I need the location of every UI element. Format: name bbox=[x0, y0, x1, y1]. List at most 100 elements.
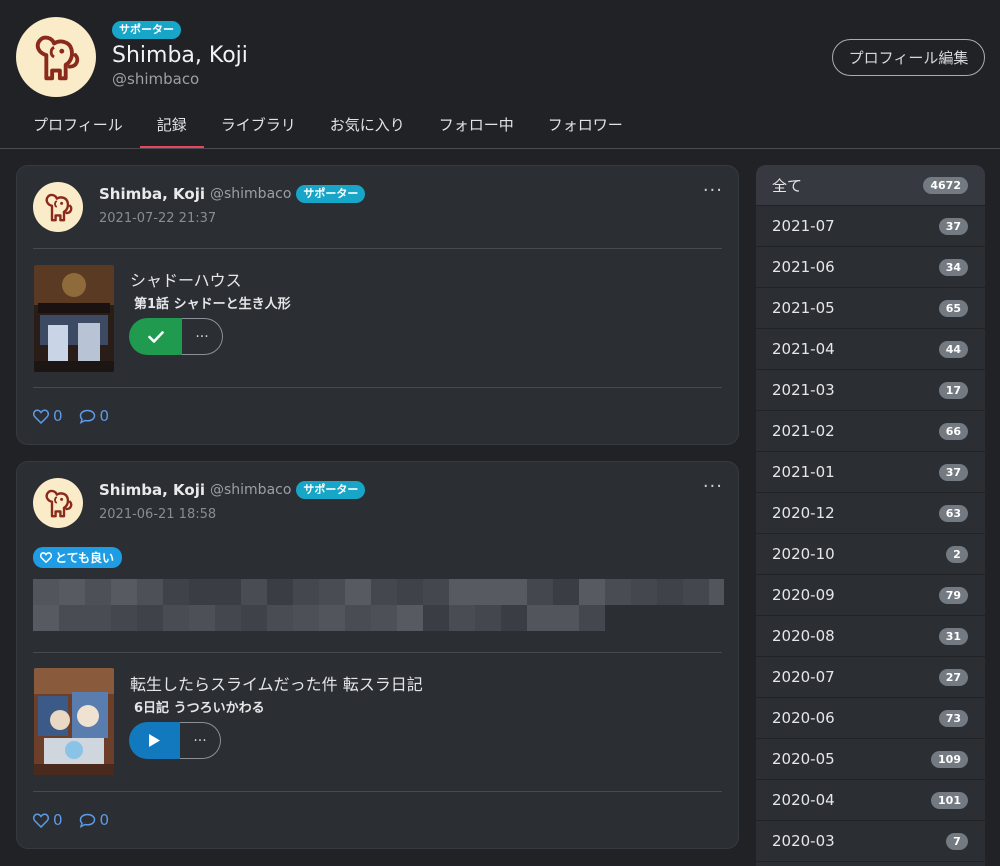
record-timestamp[interactable]: 2021-07-22 21:37 bbox=[99, 211, 216, 226]
blur-cell bbox=[709, 605, 724, 631]
month-label: 2020-07 bbox=[772, 668, 835, 686]
record-user-name[interactable]: Shimba, Koji bbox=[99, 185, 205, 203]
month-filter-sidebar: 全て 4672 2021-07 37 2021-06 34 2021-05 65… bbox=[756, 165, 985, 866]
month-label: 2021-04 bbox=[772, 340, 835, 358]
comment-count: 0 bbox=[99, 407, 110, 425]
episode-options-button[interactable]: ··· bbox=[180, 722, 221, 759]
work-thumbnail[interactable] bbox=[34, 668, 114, 775]
count-badge: 2 bbox=[946, 545, 968, 563]
blur-cell bbox=[241, 579, 267, 605]
month-item[interactable]: 2020-03 7 bbox=[756, 821, 985, 862]
month-item[interactable]: 2020-10 2 bbox=[756, 534, 985, 575]
blur-cell bbox=[33, 579, 59, 605]
comment-count: 0 bbox=[99, 811, 110, 829]
blur-cell bbox=[163, 605, 189, 631]
tab-following[interactable]: フォロー中 bbox=[422, 108, 531, 148]
work-title[interactable]: 転生したらスライムだった件 転スラ日記 bbox=[130, 671, 423, 695]
lion-icon bbox=[45, 193, 73, 222]
like-button[interactable]: 0 bbox=[33, 407, 63, 425]
episode-title[interactable]: 6日記 うつろいかわる bbox=[134, 697, 265, 716]
supporter-badge: サポーター bbox=[296, 481, 366, 499]
comment-button[interactable]: 0 bbox=[79, 811, 110, 829]
avatar[interactable] bbox=[33, 478, 83, 528]
month-label: 2021-06 bbox=[772, 258, 835, 276]
blur-cell bbox=[189, 579, 215, 605]
more-options-icon[interactable]: ··· bbox=[703, 180, 723, 201]
blur-cell bbox=[33, 605, 59, 631]
month-item[interactable]: 2020-08 31 bbox=[756, 616, 985, 657]
track-episode-button[interactable] bbox=[129, 722, 180, 759]
blur-cell bbox=[501, 579, 527, 605]
month-item[interactable]: 2021-04 44 bbox=[756, 329, 985, 370]
tab-profile[interactable]: プロフィール bbox=[16, 108, 140, 148]
blur-cell bbox=[631, 605, 657, 631]
record-user-meta: Shimba, Koji @shimbaco サポーター bbox=[99, 481, 366, 499]
reactions: 0 0 bbox=[33, 407, 109, 425]
record-timestamp[interactable]: 2021-06-21 18:58 bbox=[99, 507, 216, 522]
record-user-handle[interactable]: @shimbaco bbox=[210, 186, 291, 202]
count-badge: 65 bbox=[938, 299, 968, 317]
rating-badge: とても良い bbox=[33, 547, 123, 568]
avatar[interactable] bbox=[16, 17, 96, 97]
month-item[interactable]: 2021-02 66 bbox=[756, 411, 985, 452]
profile-tabs: プロフィール 記録 ライブラリ お気に入り フォロー中 フォロワー bbox=[16, 108, 640, 148]
blur-cell bbox=[371, 605, 397, 631]
tab-records[interactable]: 記録 bbox=[139, 108, 204, 148]
blur-cell bbox=[683, 579, 709, 605]
tab-followers[interactable]: フォロワー bbox=[531, 108, 640, 148]
blur-cell bbox=[553, 579, 579, 605]
month-item[interactable]: 2021-03 17 bbox=[756, 370, 985, 411]
count-badge: 37 bbox=[938, 217, 968, 235]
count-badge: 109 bbox=[931, 750, 968, 768]
record-user-handle[interactable]: @shimbaco bbox=[210, 482, 291, 498]
heart-icon bbox=[33, 812, 49, 828]
blur-cell bbox=[397, 605, 423, 631]
header-divider bbox=[0, 148, 1000, 149]
blur-cell bbox=[475, 579, 501, 605]
month-item[interactable]: 2020-07 27 bbox=[756, 657, 985, 698]
blur-cell bbox=[293, 579, 319, 605]
spoiler-blurred-comment[interactable] bbox=[33, 579, 724, 631]
more-options-icon[interactable]: ··· bbox=[703, 476, 723, 497]
month-item[interactable]: 2021-01 37 bbox=[756, 452, 985, 493]
month-item-all[interactable]: 全て 4672 bbox=[756, 165, 985, 206]
record-card: Shimba, Koji @shimbaco サポーター 2021-07-22 … bbox=[16, 165, 739, 445]
work-thumbnail[interactable] bbox=[34, 265, 114, 372]
month-label: 2021-05 bbox=[772, 299, 835, 317]
divider bbox=[33, 248, 722, 249]
count-badge: 31 bbox=[938, 627, 968, 645]
like-button[interactable]: 0 bbox=[33, 811, 63, 829]
record-user-meta: Shimba, Koji @shimbaco サポーター bbox=[99, 185, 366, 203]
count-badge: 34 bbox=[938, 258, 968, 276]
month-item[interactable]: 2021-07 37 bbox=[756, 206, 985, 247]
count-badge: 101 bbox=[931, 791, 968, 809]
episode-title[interactable]: 第1話 シャドーと生き人形 bbox=[134, 293, 291, 312]
month-item[interactable]: 2021-05 65 bbox=[756, 288, 985, 329]
count-badge: 63 bbox=[938, 504, 968, 522]
count-badge: 79 bbox=[938, 586, 968, 604]
blur-cell bbox=[137, 605, 163, 631]
month-item[interactable]: 2020-12 63 bbox=[756, 493, 985, 534]
month-item[interactable]: 2020-06 73 bbox=[756, 698, 985, 739]
work-cover-image bbox=[34, 265, 114, 372]
watched-button[interactable] bbox=[129, 318, 182, 355]
comment-button[interactable]: 0 bbox=[79, 407, 110, 425]
comment-icon bbox=[79, 813, 95, 828]
month-item[interactable]: 2020-04 101 bbox=[756, 780, 985, 821]
month-label: 全て bbox=[772, 176, 803, 195]
tab-library[interactable]: ライブラリ bbox=[204, 108, 313, 148]
count-badge: 44 bbox=[938, 340, 968, 358]
record-user-name[interactable]: Shimba, Koji bbox=[99, 481, 205, 499]
episode-status-group: ··· bbox=[129, 722, 221, 759]
tab-favorites[interactable]: お気に入り bbox=[313, 108, 422, 148]
month-item[interactable]: 2020-05 109 bbox=[756, 739, 985, 780]
episode-options-button[interactable]: ··· bbox=[182, 318, 223, 355]
month-item[interactable]: 2021-06 34 bbox=[756, 247, 985, 288]
blur-cell bbox=[85, 605, 111, 631]
avatar[interactable] bbox=[33, 182, 83, 232]
month-item[interactable]: 2020-09 79 bbox=[756, 575, 985, 616]
edit-profile-button[interactable]: プロフィール編集 bbox=[832, 39, 985, 76]
work-title[interactable]: シャドーハウス bbox=[130, 267, 242, 291]
month-label: 2020-10 bbox=[772, 545, 835, 563]
profile-header: サポーター Shimba, Koji @shimbaco プロフィール編集 プロ… bbox=[0, 0, 1000, 148]
